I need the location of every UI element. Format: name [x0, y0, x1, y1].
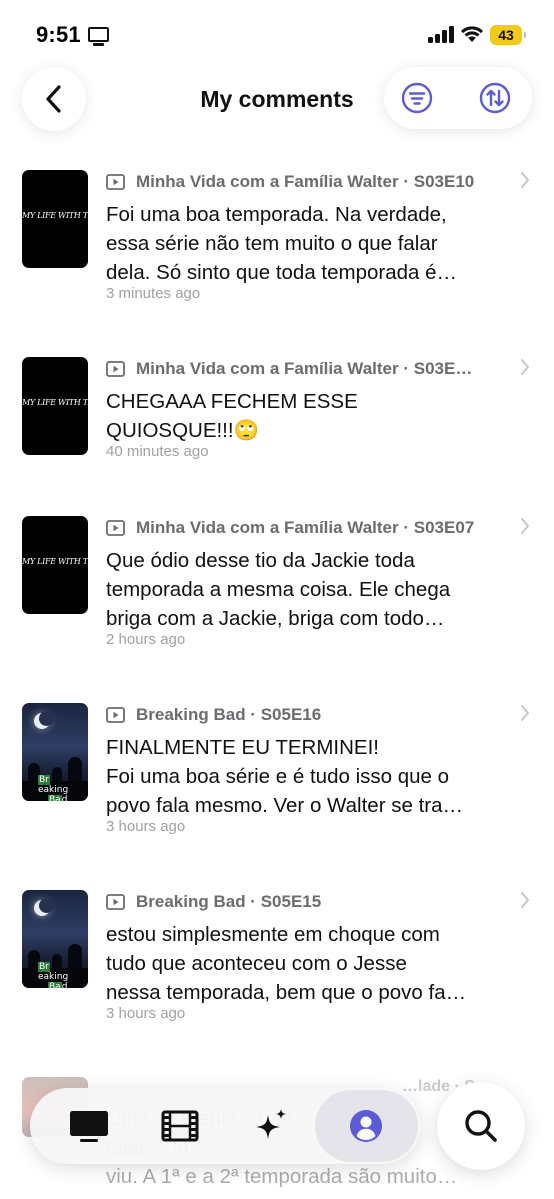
status-bar: 9:51 43 — [0, 0, 554, 60]
comment-line: essa série não tem muito o que falar — [106, 232, 438, 255]
comment-item[interactable]: Breaking Bad Breaking Bad · S05E16 FINAL… — [0, 693, 554, 843]
comment-text: Que ódio desse tio da Jackie toda tempor… — [106, 546, 496, 633]
comment-item[interactable]: MY LIFE WITH THE WALTER BOYS Minha Vida … — [0, 160, 554, 310]
show-episode-meta: Minha Vida com a Família Walter · S03E10 — [106, 172, 486, 192]
play-icon — [106, 361, 125, 377]
comment-line: Foi uma boa temporada. Na verdade, — [106, 203, 447, 226]
logo-text: eaking — [38, 785, 69, 795]
comment-text: FINALMENTE EU TERMINEI! Foi uma boa séri… — [106, 733, 496, 820]
film-icon — [161, 1110, 199, 1142]
play-icon — [106, 894, 125, 910]
comment-item[interactable]: Breaking Bad Breaking Bad · S05E15 estou… — [0, 880, 554, 1030]
show-episode-meta: Breaking Bad · S05E16 — [106, 705, 486, 725]
comment-line: temporada a mesma coisa. Ele chega — [106, 578, 451, 601]
comment-timestamp: 3 hours ago — [106, 1005, 186, 1022]
comment-line: povo fala mesmo. Ver o Walter se tra… — [106, 794, 463, 817]
comment-item[interactable]: MY LIFE WITH THE WALTER BOYS Minha Vida … — [0, 347, 554, 497]
comment-line: Foi uma boa série e é tudo isso que o — [106, 765, 450, 788]
comment-timestamp: 3 minutes ago — [106, 285, 201, 302]
show-episode-meta: Minha Vida com a Família Walter · S03E… — [106, 359, 486, 379]
show-episode-meta: Minha Vida com a Família Walter · S03E07 — [106, 518, 486, 538]
show-episode-meta: Breaking Bad · S05E15 — [106, 892, 486, 912]
filter-icon[interactable] — [401, 82, 433, 114]
show-episode-label: Minha Vida com a Família Walter · S03E10 — [136, 172, 475, 191]
show-episode-label: Breaking Bad · S05E16 — [136, 705, 322, 724]
chevron-right-icon — [521, 892, 529, 908]
show-episode-label: Breaking Bad · S05E15 — [136, 892, 322, 911]
logo-element: Br — [38, 962, 50, 972]
comment-line: QUIOSQUE!!!🙄 — [106, 419, 260, 442]
chevron-right-icon — [521, 705, 529, 721]
comment-item[interactable]: MY LIFE WITH THE WALTER BOYS Minha Vida … — [0, 506, 554, 656]
chevron-right-icon — [521, 172, 529, 188]
logo-element: Ba — [48, 982, 62, 988]
battery-indicator: 43 — [490, 25, 526, 45]
show-episode-label: Minha Vida com a Família Walter · S03E07 — [136, 518, 475, 537]
show-episode-label: Minha Vida com a Família Walter · S03E… — [136, 359, 473, 378]
comment-line: nessa temporada, bem que o povo fa… — [106, 981, 467, 1004]
comment-text: Foi uma boa temporada. Na verdade, essa … — [106, 200, 496, 287]
cellular-signal-icon — [428, 26, 454, 43]
breaking-bad-logo: Breaking Bad — [38, 962, 76, 988]
tab-profile[interactable] — [321, 1088, 411, 1164]
moon-graphic — [34, 711, 54, 729]
comment-line: CHEGAAA FECHEM ESSE — [106, 390, 358, 413]
breaking-bad-logo: Breaking Bad — [38, 775, 76, 801]
chevron-right-icon — [521, 518, 529, 534]
poster-title: MY LIFE WITH THE WALTER BOYS — [22, 557, 88, 566]
comment-line: tudo que aconteceu com o Jesse — [106, 952, 407, 975]
logo-text: d — [61, 795, 68, 801]
tab-tv[interactable] — [44, 1088, 134, 1164]
logo-text: eaking — [38, 972, 69, 982]
header-actions — [384, 67, 532, 129]
profile-icon — [350, 1110, 382, 1142]
moon-graphic — [34, 898, 54, 916]
play-icon — [106, 520, 125, 536]
logo-text: d — [61, 982, 68, 988]
poster-thumbnail: Breaking Bad — [22, 890, 88, 988]
comment-timestamp: 40 minutes ago — [106, 443, 209, 460]
comment-line: dela. Só sinto que toda temporada é… — [106, 261, 458, 284]
comment-line: briga com a Jackie, briga com todo… — [106, 607, 445, 630]
comment-timestamp: 3 hours ago — [106, 818, 186, 835]
search-icon — [465, 1110, 497, 1142]
play-icon — [106, 174, 125, 190]
comment-line: Que ódio desse tio da Jackie toda — [106, 549, 415, 572]
logo-element: Br — [38, 775, 50, 785]
comment-text: CHEGAAA FECHEM ESSE QUIOSQUE!!!🙄 — [106, 387, 496, 445]
tv-icon — [70, 1111, 108, 1142]
poster-thumbnail: MY LIFE WITH THE WALTER BOYS — [22, 170, 88, 268]
comment-text: estou simplesmente em choque com tudo qu… — [106, 920, 496, 1007]
poster-thumbnail: MY LIFE WITH THE WALTER BOYS — [22, 516, 88, 614]
tab-discover[interactable] — [226, 1088, 316, 1164]
logo-element: Ba — [48, 795, 62, 801]
screen-mirroring-icon — [88, 27, 109, 46]
poster-title: MY LIFE WITH THE WALTER BOYS — [22, 211, 88, 220]
sparkles-icon — [256, 1109, 286, 1139]
chevron-right-icon — [521, 359, 529, 375]
poster-title: MY LIFE WITH THE WALTER BOYS — [22, 398, 88, 407]
comment-line: estou simplesmente em choque com — [106, 923, 440, 946]
wifi-icon — [461, 26, 483, 42]
status-time: 9:51 — [36, 22, 81, 47]
poster-thumbnail: Breaking Bad — [22, 703, 88, 801]
sort-icon[interactable] — [479, 82, 511, 114]
play-icon — [106, 707, 125, 723]
tab-movies[interactable] — [135, 1088, 225, 1164]
comment-line: FINALMENTE EU TERMINEI! — [106, 736, 379, 759]
poster-thumbnail: MY LIFE WITH THE WALTER BOYS — [22, 357, 88, 455]
comment-line: viu. A 1ª e a 2ª temporada são muito… — [106, 1165, 458, 1188]
search-button[interactable] — [437, 1082, 525, 1170]
tab-bar — [30, 1088, 420, 1164]
comment-timestamp: 2 hours ago — [106, 631, 186, 648]
